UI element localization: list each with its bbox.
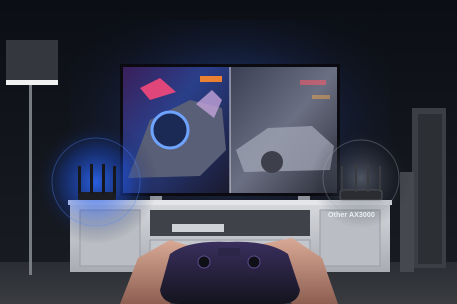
router-left-antenna-2 [90,164,93,194]
game-console [172,224,224,232]
game-neon-sign-right [300,80,326,85]
lamp-shade [6,40,58,84]
router-left-antenna-3 [102,164,105,194]
router-right-antenna-4 [379,166,381,192]
router-right-antenna-3 [367,164,369,192]
cabinet-compartment-middle [150,210,310,236]
controller-touchpad [218,248,240,256]
controller-thumbstick-left [197,255,211,269]
router-left-antenna-4 [113,166,116,194]
game-car-right-wheel [261,151,283,173]
gaming-living-room-scene [0,0,457,304]
router-left-body [78,192,116,200]
controller-thumbstick-right [247,255,261,269]
router-right-body [339,189,383,201]
lamp-pole [29,85,32,275]
game-neon-sign-right-2 [312,95,330,99]
wall-panel-inner [418,114,442,264]
router-right-antenna-2 [355,164,357,192]
router-left-glow [34,120,158,244]
game-car-left-wheel [150,110,190,150]
lamp-shade-bottom [6,80,58,85]
router-label: Other AX3000 [328,212,375,219]
game-neon-sign-left [200,76,222,82]
router-left-antenna-1 [78,166,81,194]
router-right-antenna-1 [341,166,343,192]
